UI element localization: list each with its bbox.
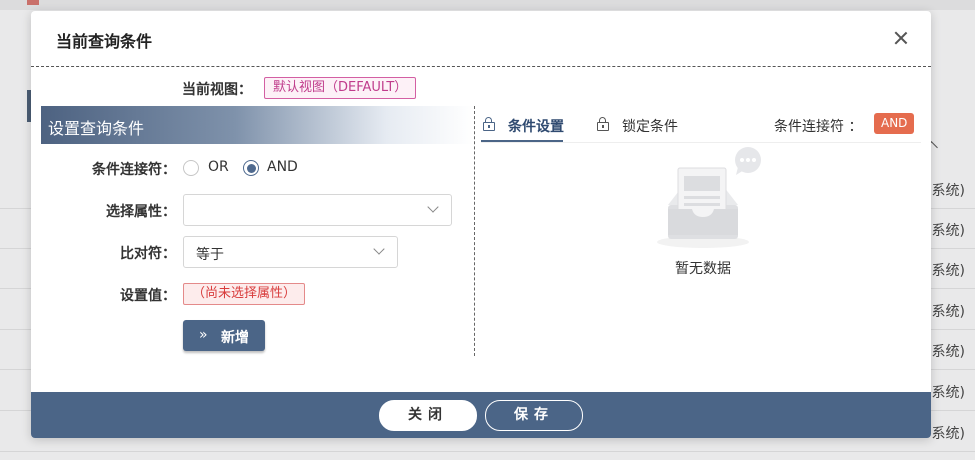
empty-state-text: 暂无数据 <box>675 261 731 277</box>
connector-badge: AND <box>874 113 915 134</box>
radio-and-label[interactable]: AND <box>267 159 298 175</box>
background-cell: 系统) <box>931 344 965 360</box>
dialog-header: 当前查询条件 <box>31 11 931 67</box>
dialog-footer: 关闭 保存 <box>31 392 931 438</box>
attribute-label: 选择属性： <box>106 204 176 220</box>
background-cell: 系统) <box>931 263 965 279</box>
query-conditions-dialog: 当前查询条件 当前视图： 默认视图（DEFAULT） 设置查询条件 条件连接符：… <box>31 11 931 438</box>
tab-condition-settings[interactable]: 条件设置 <box>483 116 573 142</box>
save-button[interactable]: 保存 <box>485 400 583 431</box>
empty-inbox-icon <box>657 147 761 248</box>
current-view-tag: 默认视图（DEFAULT） <box>264 77 417 99</box>
dialog-title: 当前查询条件 <box>56 32 153 51</box>
background-cell: 系统) <box>931 304 965 320</box>
close-icon[interactable] <box>893 30 909 46</box>
right-connector-label: 条件连接符 ： <box>774 119 863 135</box>
add-condition-button[interactable]: » 新增 <box>183 320 265 351</box>
connector-label: 条件连接符： <box>92 162 176 178</box>
set-value-placeholder: （尚未选择属性） <box>183 283 306 305</box>
tab-label: 条件设置 <box>508 119 564 135</box>
chevron-down-icon <box>373 243 385 255</box>
comparator-select-value: 等于 <box>196 247 224 263</box>
radio-or-label[interactable]: OR <box>208 159 229 175</box>
panel-divider <box>474 106 475 356</box>
tab-baseline <box>481 142 921 143</box>
tab-label: 锁定条件 <box>622 119 678 135</box>
background-cell: 系统) <box>931 426 965 442</box>
double-chevron-right-icon: » <box>199 327 207 343</box>
comparator-select[interactable]: 等于 <box>183 236 398 268</box>
set-value-label: 设置值： <box>120 288 176 304</box>
lock-icon <box>483 117 495 131</box>
comparator-label: 比对符： <box>120 246 176 262</box>
background-cell: 系统) <box>931 183 965 199</box>
tab-locked-conditions[interactable]: 锁定条件 <box>597 116 687 142</box>
background-cell: 系统) <box>931 385 965 401</box>
left-panel-header: 设置查询条件 <box>41 106 473 144</box>
current-view-label: 当前视图： <box>182 82 252 98</box>
left-panel-title: 设置查询条件 <box>48 119 145 138</box>
attribute-select[interactable] <box>183 194 452 226</box>
close-button[interactable]: 关闭 <box>379 400 477 431</box>
chevron-down-icon <box>427 201 439 213</box>
background-header <box>0 0 975 10</box>
radio-and[interactable] <box>243 160 259 176</box>
add-button-label: 新增 <box>221 330 249 346</box>
background-cell: 系统) <box>931 223 965 239</box>
active-tab-indicator <box>481 140 563 142</box>
radio-or[interactable] <box>183 160 199 176</box>
lock-icon <box>597 117 609 131</box>
background-logo <box>27 0 39 5</box>
